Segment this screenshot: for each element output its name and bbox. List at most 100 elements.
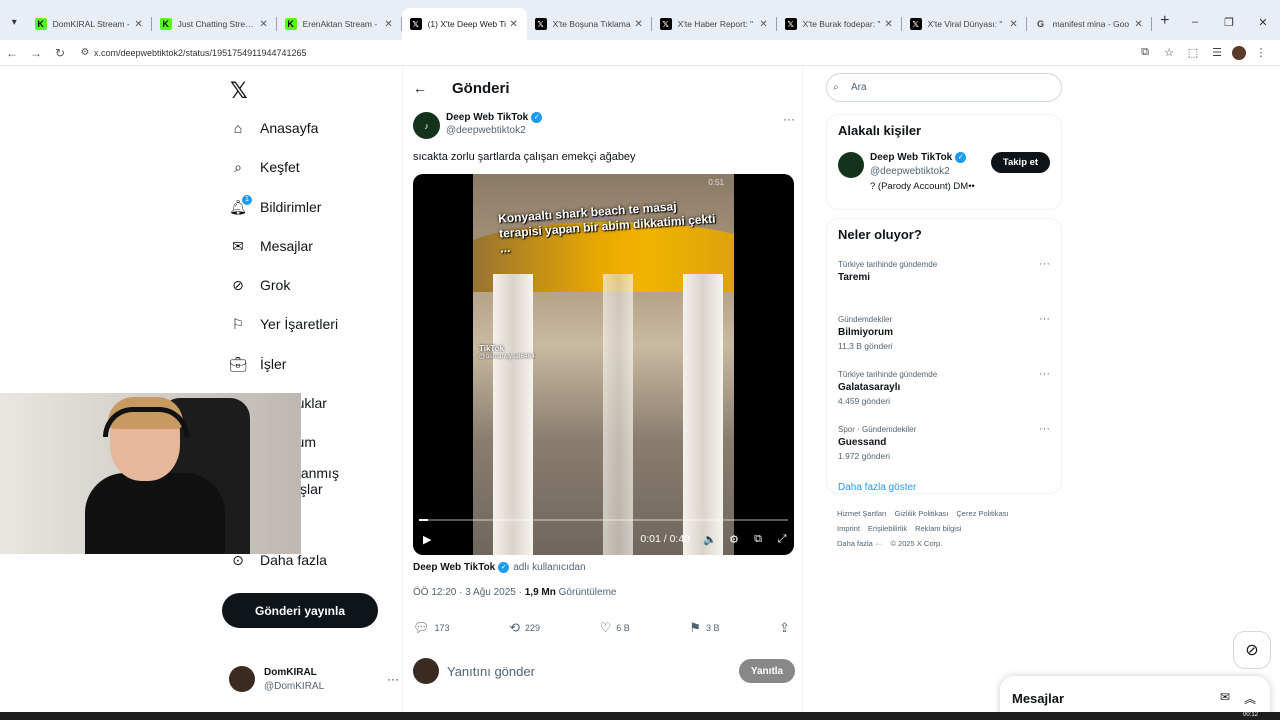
- related-bio: ? (Parody Account) DM••: [870, 181, 975, 192]
- browser-tab[interactable]: 𝕏 (1) X'te Deep Web Ti ✕: [401, 8, 527, 40]
- nav-item-0[interactable]: ⌂ Anasayfa: [230, 116, 319, 140]
- tab-title: (1) X'te Deep Web Ti: [427, 19, 507, 29]
- source-name[interactable]: Deep Web TikTok: [413, 562, 495, 573]
- like-action[interactable]: ♡ 6 B: [600, 620, 630, 636]
- nav-label: Grok: [260, 277, 291, 293]
- footer-link[interactable]: Erişilebilirlik: [868, 524, 907, 533]
- show-more-link[interactable]: Daha fazla göster: [838, 482, 1050, 493]
- repost-action[interactable]: ⟲ 229: [509, 620, 540, 636]
- close-window-button[interactable]: ✕: [1246, 16, 1280, 29]
- nav-item-4[interactable]: ⊘ Grok: [230, 273, 290, 297]
- footer-link[interactable]: © 2025 X Corp.: [890, 539, 942, 548]
- search-input[interactable]: ⌕ Ara: [826, 73, 1062, 102]
- minimize-button[interactable]: –: [1178, 16, 1212, 29]
- trend-more-icon[interactable]: ···: [1039, 368, 1050, 380]
- trend-item[interactable]: Türkiye tarihinde gündemde Taremi ···: [838, 258, 1050, 315]
- trend-more-icon[interactable]: ···: [1039, 423, 1050, 435]
- post-more-icon[interactable]: ···: [783, 112, 795, 142]
- author-handle[interactable]: @deepwebtiktok2: [446, 125, 542, 136]
- back-arrow-icon[interactable]: ←: [413, 80, 431, 96]
- profile-avatar[interactable]: [1232, 45, 1246, 60]
- browser-menu-icon[interactable]: ⋮: [1252, 46, 1270, 59]
- nav-label: Daha fazla: [260, 552, 327, 568]
- bookmark-star-icon[interactable]: ☆: [1160, 46, 1178, 59]
- browser-tab[interactable]: 𝕏 X'te Burak fodepar: " ✕: [777, 8, 902, 40]
- settings-icon[interactable]: ⚙: [722, 533, 746, 546]
- trend-name: Bilmiyorum: [838, 327, 894, 338]
- nav-label: Mesajlar: [260, 238, 313, 254]
- browser-tab[interactable]: 𝕏 X'te Haber Report: " ✕: [652, 8, 777, 40]
- author-avatar[interactable]: ♪: [413, 112, 440, 139]
- trend-item[interactable]: Türkiye tarihinde gündemde Galatasaraylı 4…: [838, 368, 1050, 425]
- address-bar[interactable]: ⚙ x.com/deepwebtiktok2/status/1951754911…: [76, 41, 1126, 65]
- grok-floating-button[interactable]: ⊘: [1233, 631, 1271, 669]
- trend-item[interactable]: Spor · Gündemdekiler Guessand 1.972 gönder…: [838, 423, 1050, 480]
- video-progress-bar[interactable]: [419, 519, 788, 521]
- footer-link[interactable]: Reklam bilgisi: [915, 524, 961, 533]
- nav-item-3[interactable]: ✉ Mesajlar: [230, 234, 313, 258]
- reload-icon[interactable]: ↻: [48, 46, 72, 60]
- nav-item-2[interactable]: 🔔︎ 1 Bildirimler: [229, 195, 321, 219]
- x-favicon-icon: 𝕏: [409, 18, 422, 30]
- tab-close-icon[interactable]: ✕: [257, 19, 271, 30]
- site-info-icon[interactable]: ⚙: [76, 47, 94, 58]
- restore-button[interactable]: ❐: [1212, 16, 1246, 29]
- pip-icon[interactable]: ⧉: [746, 533, 770, 546]
- footer-link[interactable]: Hizmet Şartları: [837, 509, 887, 518]
- fullscreen-icon[interactable]: ⤢: [770, 533, 794, 546]
- new-tab-button[interactable]: +: [1152, 6, 1178, 30]
- x-logo-icon[interactable]: 𝕏: [230, 78, 248, 104]
- footer-link[interactable]: Gizlilik Politikası: [895, 509, 949, 518]
- follow-button[interactable]: Takip et: [991, 152, 1050, 173]
- footer-link[interactable]: Çerez Politikası: [956, 509, 1008, 518]
- tab-close-icon[interactable]: ✕: [507, 19, 521, 30]
- expand-icon[interactable]: ︽: [1244, 690, 1256, 707]
- reply-button[interactable]: Yanıtla: [739, 659, 795, 683]
- nav-item-5[interactable]: ⚐ Yer İşaretleri: [230, 312, 338, 336]
- reply-input[interactable]: Yanıtını gönder: [447, 664, 535, 679]
- nav-item-6[interactable]: 💼︎ İşler: [229, 352, 286, 376]
- play-icon[interactable]: ▶: [423, 533, 431, 546]
- share-action[interactable]: ⇪: [779, 620, 795, 636]
- tab-close-icon[interactable]: ✕: [132, 19, 146, 30]
- browser-tab[interactable]: 𝕏 X'te Viral Dünyası: " ✕: [902, 8, 1027, 40]
- footer-link[interactable]: Imprint: [837, 524, 860, 533]
- account-switcher[interactable]: DomKIRAL @DomKIRAL ···: [229, 666, 399, 692]
- bookmark-action[interactable]: ⚑ 3 B: [689, 620, 719, 636]
- browser-tab[interactable]: Gmanifest mina - Goo ✕: [1027, 8, 1152, 40]
- tab-search-icon[interactable]: ▾: [2, 9, 27, 35]
- post-time[interactable]: ÖÖ 12:20 · 3 Ağu 2025 ·: [413, 587, 525, 598]
- extensions-icon[interactable]: ⬚: [1184, 46, 1202, 59]
- browser-tab[interactable]: 𝕏 X'te Boşuna Tıklama ✕: [527, 8, 652, 40]
- new-message-icon[interactable]: ✉: [1220, 690, 1230, 707]
- tab-close-icon[interactable]: ✕: [632, 19, 646, 30]
- volume-icon[interactable]: 🔈: [698, 533, 722, 546]
- tab-close-icon[interactable]: ✕: [1132, 19, 1146, 30]
- related-avatar[interactable]: [838, 152, 864, 178]
- related-name[interactable]: Deep Web TikTok: [870, 152, 952, 163]
- notification-badge: 1: [242, 195, 252, 205]
- video-player[interactable]: Konyaaltı shark beach te masaj terapisi …: [413, 174, 794, 555]
- more-icon[interactable]: ···: [387, 672, 399, 686]
- forward-icon[interactable]: →: [24, 46, 48, 60]
- trend-more-icon[interactable]: ···: [1039, 313, 1050, 325]
- back-icon[interactable]: ←: [0, 46, 24, 60]
- browser-tab[interactable]: K Just Chatting Stream ✕: [152, 8, 277, 40]
- tab-close-icon[interactable]: ✕: [1007, 19, 1021, 30]
- install-app-icon[interactable]: ⧉: [1136, 46, 1154, 59]
- reply-action[interactable]: 💬︎ 173: [413, 620, 450, 636]
- reading-list-icon[interactable]: ☰: [1208, 46, 1226, 59]
- nav-item-1[interactable]: ⌕ Keşfet: [230, 155, 300, 179]
- more-circle-icon: ⊙: [232, 551, 244, 568]
- browser-tab[interactable]: K ErenAktan Stream - ✕: [277, 8, 402, 40]
- trend-more-icon[interactable]: ···: [1039, 258, 1050, 270]
- post-button[interactable]: Gönderi yayınla: [222, 593, 378, 628]
- browser-tab[interactable]: K DomKIRAL Stream - ✕: [27, 8, 152, 40]
- author-name[interactable]: Deep Web TikTok: [446, 112, 528, 123]
- tab-close-icon[interactable]: ✕: [382, 19, 396, 30]
- tab-close-icon[interactable]: ✕: [757, 19, 771, 30]
- related-handle[interactable]: @deepwebtiktok2: [870, 166, 975, 177]
- tab-close-icon[interactable]: ✕: [882, 19, 896, 30]
- footer-link[interactable]: Daha fazla ···: [837, 539, 882, 548]
- trend-item[interactable]: Gündemdekiler Bilmiyorum 11,3 B gönderi ···: [838, 313, 1050, 370]
